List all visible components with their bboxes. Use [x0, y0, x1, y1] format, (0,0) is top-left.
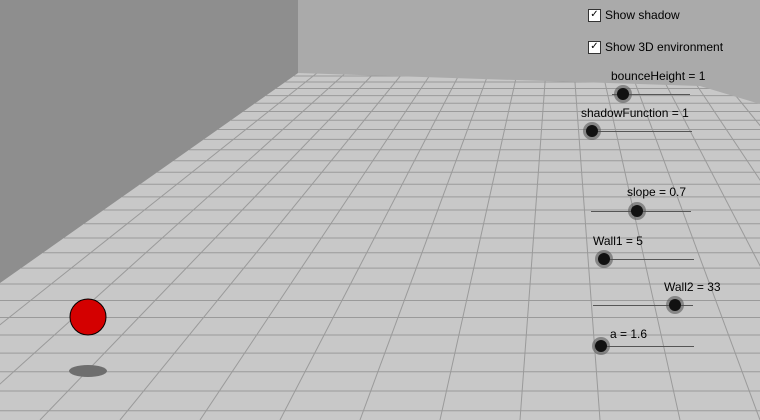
3d-scene — [0, 0, 760, 420]
slider-knob[interactable] — [595, 340, 607, 352]
checkbox-checked-icon[interactable]: ✓ — [588, 8, 601, 22]
slider-knob[interactable] — [598, 253, 610, 265]
show-shadow-checkbox[interactable]: ✓ Show shadow — [588, 8, 680, 22]
show-3d-environment-label: Show 3D environment — [605, 40, 724, 54]
slider-label: bounceHeight = 1 — [611, 69, 706, 83]
slider-knob[interactable] — [586, 125, 598, 137]
slider-track[interactable] — [604, 259, 694, 260]
show-shadow-label: Show shadow — [605, 8, 680, 22]
slider-label: slope = 0.7 — [627, 185, 687, 199]
checkbox-checked-icon[interactable]: ✓ — [588, 40, 601, 54]
red-ball[interactable] — [69, 298, 107, 336]
slider-label: Wall2 = 33 — [664, 280, 721, 294]
slider-knob[interactable] — [631, 205, 643, 217]
ball-shadow — [69, 365, 107, 377]
slider-label: shadowFunction = 1 — [581, 106, 689, 120]
slider-knob[interactable] — [617, 88, 629, 100]
show-3d-environment-checkbox[interactable]: ✓ Show 3D environment — [588, 40, 723, 54]
slider-track[interactable] — [601, 346, 694, 347]
slider-label: Wall1 = 5 — [593, 234, 643, 248]
slider-label: a = 1.6 — [610, 327, 648, 341]
slider-knob[interactable] — [669, 299, 681, 311]
slider-track[interactable] — [592, 131, 692, 132]
